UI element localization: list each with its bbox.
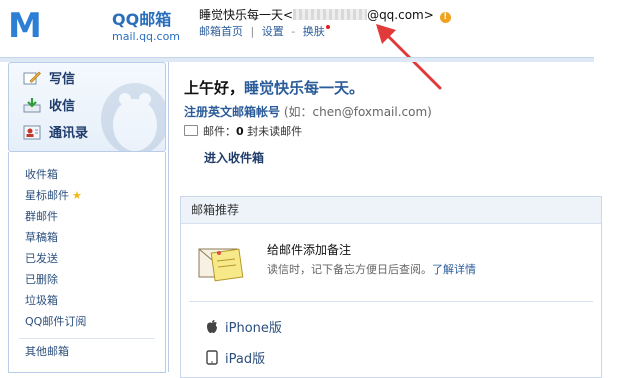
envelope-icon <box>184 125 198 136</box>
note-feature-title[interactable]: 给邮件添加备注 <box>267 243 351 257</box>
folder-drafts[interactable]: 草稿箱 <box>25 231 58 245</box>
top-links: 邮箱首页 | 设置 - 换肤 <box>199 25 330 39</box>
receive-label: 收信 <box>49 99 76 114</box>
folder-inbox[interactable]: 收件箱 <box>25 168 58 182</box>
register-hint: (如：chen@foxmail.com) <box>283 105 432 119</box>
new-indicator-dot <box>325 25 330 29</box>
receive-button[interactable]: 收信 <box>23 96 75 118</box>
mailbox-home-link[interactable]: 邮箱首页 <box>199 25 243 38</box>
recommend-divider <box>189 301 593 302</box>
note-feature-desc: 读信时，记下备忘方便日后查阅。了解详情 <box>267 263 476 277</box>
greeting-prefix: 上午好， <box>184 79 245 97</box>
link-dash: - <box>291 25 296 38</box>
iphone-version-link[interactable]: iPhone版 <box>205 319 282 337</box>
sidebar-primary-actions: 写信 收信 通讯录 <box>8 62 166 152</box>
annotation-arrow <box>376 24 442 90</box>
unread-suffix: 封未读邮件 <box>247 125 303 138</box>
folder-spam[interactable]: 垃圾箱 <box>25 294 58 308</box>
ipad-version-link[interactable]: iPad版 <box>205 350 265 368</box>
register-english-link[interactable]: 注册英文邮箱帐号 <box>184 105 280 119</box>
other-mailboxes[interactable]: 其他邮箱 <box>25 345 69 359</box>
folder-sent[interactable]: 已发送 <box>25 252 58 266</box>
sidebar-divider <box>19 338 155 339</box>
contacts-icon <box>23 125 41 140</box>
inbox-download-icon <box>23 98 41 113</box>
note-desc-text: 读信时，记下备忘方便日后查阅。 <box>267 263 432 276</box>
recommend-title: 邮箱推荐 <box>191 203 240 217</box>
folder-deleted[interactable]: 已删除 <box>25 273 58 287</box>
enter-inbox-link[interactable]: 进入收件箱 <box>204 150 264 166</box>
compose-label: 写信 <box>49 72 76 87</box>
compose-button[interactable]: 写信 <box>23 69 75 91</box>
mail-label: 邮件： <box>203 125 236 138</box>
register-english-account: 注册英文邮箱帐号 (如：chen@foxmail.com) <box>184 104 432 120</box>
folder-subscriptions[interactable]: QQ邮件订阅 <box>25 315 86 329</box>
settings-link[interactable]: 设置 <box>262 25 284 38</box>
folder-starred-label: 星标邮件 <box>25 189 69 202</box>
folder-group-mail[interactable]: 群邮件 <box>25 210 58 224</box>
ipad-version-label: iPad版 <box>225 352 266 367</box>
unread-summary: 邮件：0 封未读邮件 <box>184 125 302 139</box>
main-left-border <box>168 62 169 372</box>
contacts-label: 通讯录 <box>49 126 89 141</box>
link-separator: | <box>250 25 255 38</box>
account-nickname: 睡觉快乐每一天< <box>199 8 294 22</box>
iphone-version-label: iPhone版 <box>225 321 282 336</box>
folder-list: 收件箱 星标邮件 ★ 群邮件 草稿箱 已发送 已删除 垃圾箱 QQ邮件订阅 其他邮… <box>8 152 166 373</box>
penguin-watermark-icon <box>101 83 165 151</box>
product-name: QQ邮箱 <box>112 10 172 29</box>
tablet-icon <box>206 350 218 365</box>
redacted-email-local-part <box>293 9 368 20</box>
recommend-panel: 邮箱推荐 给邮件添加备注 读信时，记下备忘方便日后查阅。了解详情 iPhone版… <box>180 196 602 378</box>
greeting-name: 睡觉快乐每一天。 <box>244 79 365 97</box>
apple-icon <box>207 320 217 333</box>
unread-count: 0 <box>236 125 244 138</box>
change-skin-link[interactable]: 换肤 <box>303 25 325 38</box>
star-icon: ★ <box>72 189 82 202</box>
product-domain: mail.qq.com <box>112 30 181 43</box>
mail-note-icon <box>198 248 244 282</box>
compose-icon <box>23 71 41 85</box>
contacts-button[interactable]: 通讯录 <box>23 123 88 145</box>
folder-starred[interactable]: 星标邮件 ★ <box>25 189 82 203</box>
recommend-header: 邮箱推荐 <box>181 197 601 224</box>
learn-more-link[interactable]: 了解详情 <box>432 263 476 276</box>
greeting: 上午好，睡觉快乐每一天。 <box>184 78 364 98</box>
